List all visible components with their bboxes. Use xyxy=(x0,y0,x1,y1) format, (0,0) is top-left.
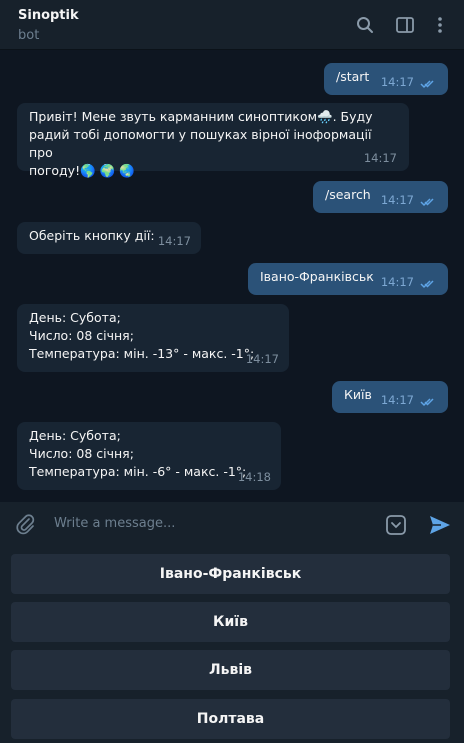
message-incoming[interactable]: Привіт! Мене звуть карманним синоптиком🌧… xyxy=(17,103,409,178)
message-composer: Write a message... xyxy=(0,502,464,546)
message-text: Привіт! Мене звуть карманним синоптиком🌧… xyxy=(29,109,373,178)
double-check-icon xyxy=(420,80,434,89)
message-text: День: Субота; Число: 08 січня; Температу… xyxy=(29,428,247,479)
message-incoming[interactable]: Оберіть кнопку дії: 14:17 xyxy=(17,222,201,254)
message-time: 14:17 xyxy=(380,393,414,407)
keyboard-button[interactable]: Івано-Франківськ xyxy=(11,554,450,594)
message-text: День: Субота; Число: 08 січня; Температу… xyxy=(29,310,255,361)
message-input[interactable]: Write a message... xyxy=(54,516,175,531)
sidebar-toggle-icon[interactable] xyxy=(395,15,415,35)
search-icon[interactable] xyxy=(355,15,375,35)
keyboard-button[interactable]: Полтава xyxy=(11,699,450,739)
message-incoming[interactable]: День: Субота; Число: 08 січня; Температу… xyxy=(17,422,281,490)
message-text: /search xyxy=(325,187,371,202)
chat-subtitle: bot xyxy=(18,28,40,43)
more-vertical-icon[interactable] xyxy=(430,15,450,35)
keyboard-button[interactable]: Львів xyxy=(11,650,450,690)
message-text: Івано-Франківськ xyxy=(260,269,374,284)
attach-icon[interactable] xyxy=(14,513,36,535)
send-icon[interactable] xyxy=(428,514,452,536)
message-outgoing[interactable]: Івано-Франківськ 14:17 xyxy=(248,263,448,295)
message-text: /start xyxy=(336,69,370,84)
message-time: 14:18 xyxy=(237,470,271,484)
message-text: Оберіть кнопку дії: xyxy=(29,228,155,243)
message-time: 14:17 xyxy=(157,234,191,248)
bot-keyboard-icon[interactable] xyxy=(385,514,407,536)
double-check-icon xyxy=(420,198,434,207)
message-time: 14:17 xyxy=(380,193,414,207)
message-time: 14:17 xyxy=(380,275,414,289)
chat-title[interactable]: Sinoptik xyxy=(18,8,79,23)
message-time: 14:17 xyxy=(363,151,397,165)
message-time: 14:17 xyxy=(245,352,279,366)
double-check-icon xyxy=(420,398,434,407)
keyboard-button[interactable]: Київ xyxy=(11,602,450,642)
chat-header: Sinoptik bot xyxy=(0,0,464,50)
message-outgoing[interactable]: /search 14:17 xyxy=(313,181,448,213)
double-check-icon xyxy=(420,280,434,289)
message-outgoing[interactable]: Київ 14:17 xyxy=(332,381,448,413)
message-incoming[interactable]: День: Субота; Число: 08 січня; Температу… xyxy=(17,304,289,372)
reply-keyboard: Івано-Франківськ Київ Львів Полтава xyxy=(0,546,464,743)
message-time: 14:17 xyxy=(380,75,414,89)
message-list[interactable]: /start 14:17 Привіт! Мене звуть карманни… xyxy=(0,51,464,501)
message-outgoing[interactable]: /start 14:17 xyxy=(324,63,448,95)
message-text: Київ xyxy=(344,387,372,402)
